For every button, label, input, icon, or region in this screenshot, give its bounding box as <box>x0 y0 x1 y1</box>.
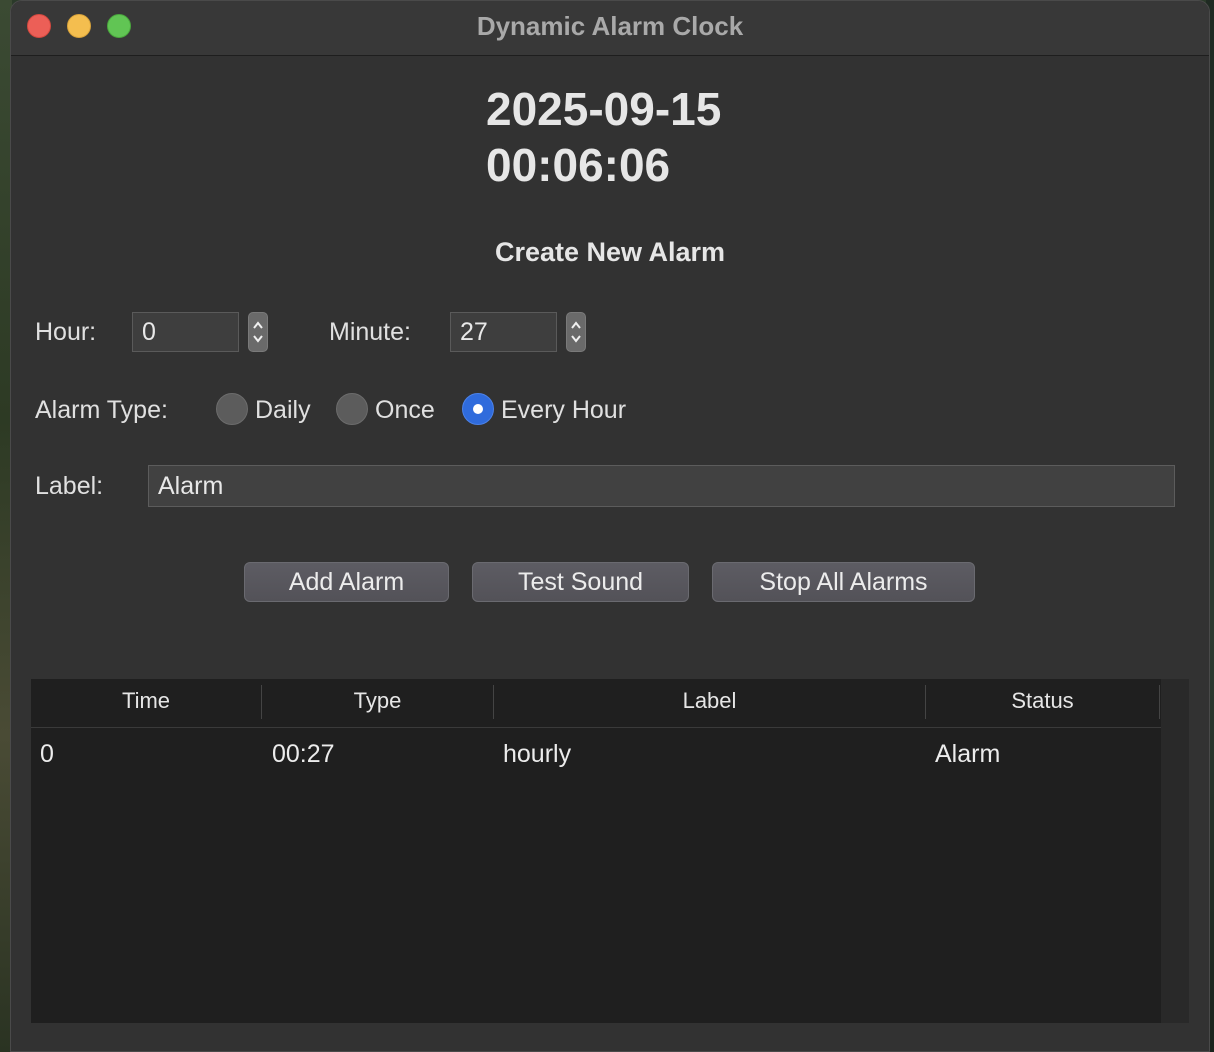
column-header-label[interactable]: Label <box>494 679 925 727</box>
radio-every-hour-label[interactable]: Every Hour <box>501 395 626 425</box>
cell-time: 0 <box>40 740 54 768</box>
test-sound-button[interactable]: Test Sound <box>472 562 689 602</box>
chevron-up-down-icon <box>253 321 263 343</box>
clock-date: 2025-09-15 <box>486 83 722 135</box>
minute-label: Minute: <box>329 318 411 346</box>
table-header: Time Type Label Status <box>31 679 1161 728</box>
hour-label: Hour: <box>35 318 97 346</box>
radio-once-label[interactable]: Once <box>375 395 435 425</box>
column-header-type[interactable]: Type <box>262 679 493 727</box>
column-header-time[interactable]: Time <box>31 679 261 727</box>
cell-type: 00:27 <box>272 740 335 768</box>
column-header-status[interactable]: Status <box>926 679 1159 727</box>
alarm-label-input[interactable]: Alarm <box>148 465 1175 507</box>
minute-input[interactable]: 27 <box>450 312 557 352</box>
hour-input[interactable]: 0 <box>132 312 239 352</box>
radio-daily[interactable] <box>216 393 248 425</box>
table-scrollbar[interactable] <box>1161 679 1189 1023</box>
alarm-type-label: Alarm Type: <box>35 396 168 424</box>
chevron-up-down-icon <box>571 321 581 343</box>
radio-once[interactable] <box>336 393 368 425</box>
cell-label: hourly <box>503 740 572 768</box>
radio-every-hour[interactable] <box>462 393 494 425</box>
radio-dot-icon <box>473 404 483 414</box>
title-bar: Dynamic Alarm Clock <box>11 1 1209 56</box>
cell-status: Alarm <box>935 740 1001 768</box>
label-field-label: Label: <box>35 472 104 500</box>
column-divider <box>1159 685 1160 719</box>
stop-all-alarms-button[interactable]: Stop All Alarms <box>712 562 975 602</box>
minute-stepper[interactable] <box>566 312 586 352</box>
alarms-table: Time Type Label Status 0 00:27 hourly Al… <box>31 679 1189 1023</box>
add-alarm-button[interactable]: Add Alarm <box>244 562 449 602</box>
app-window: Dynamic Alarm Clock 2025-09-15 00:06:06 … <box>10 0 1210 1052</box>
window-title: Dynamic Alarm Clock <box>476 11 744 41</box>
radio-daily-label[interactable]: Daily <box>255 395 311 425</box>
clock-time: 00:06:06 <box>486 139 671 191</box>
section-heading: Create New Alarm <box>494 237 726 267</box>
hour-stepper[interactable] <box>248 312 268 352</box>
